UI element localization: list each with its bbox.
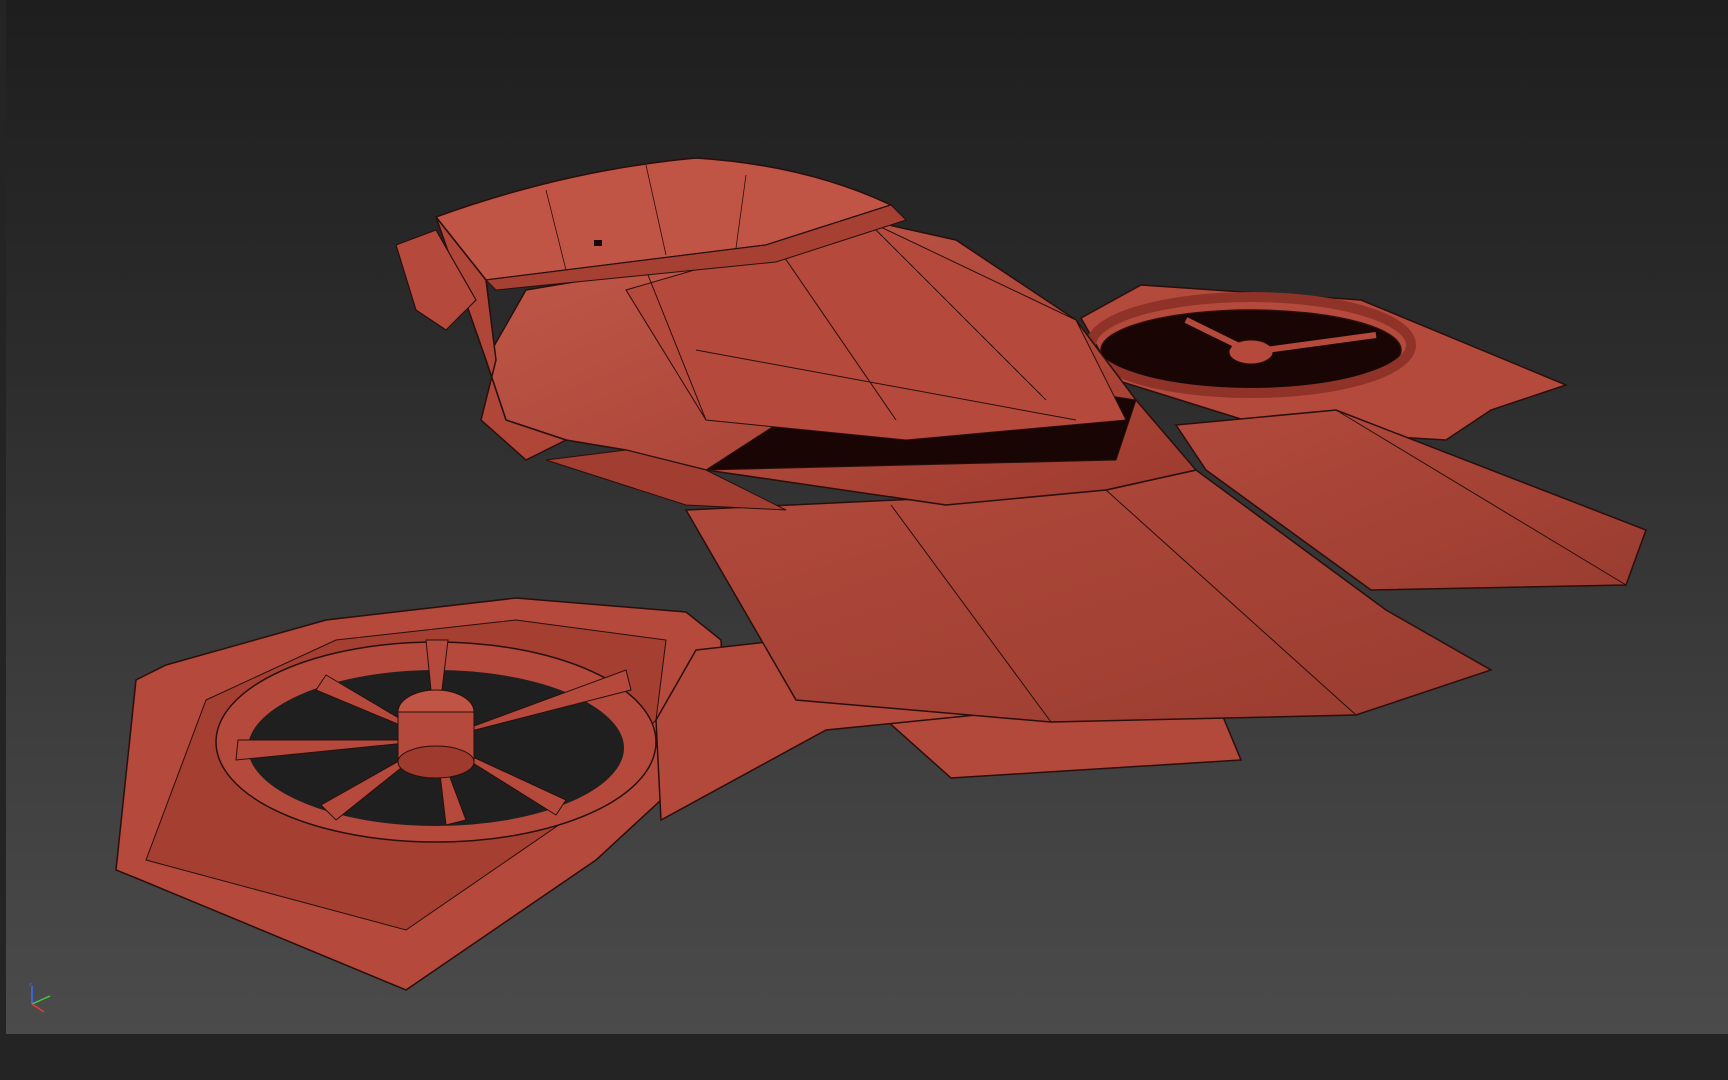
- viewport-frame: z: [0, 0, 1728, 1080]
- viewport-bottom-border: [0, 1034, 1728, 1080]
- svg-text:z: z: [29, 982, 32, 988]
- perspective-viewport[interactable]: z: [6, 0, 1728, 1034]
- front-left-fan-pod[interactable]: [115, 597, 727, 991]
- cockpit-window-detail: [594, 240, 602, 246]
- axis-gizmo: z: [29, 982, 51, 1013]
- 3d-scene[interactable]: [6, 0, 1728, 1034]
